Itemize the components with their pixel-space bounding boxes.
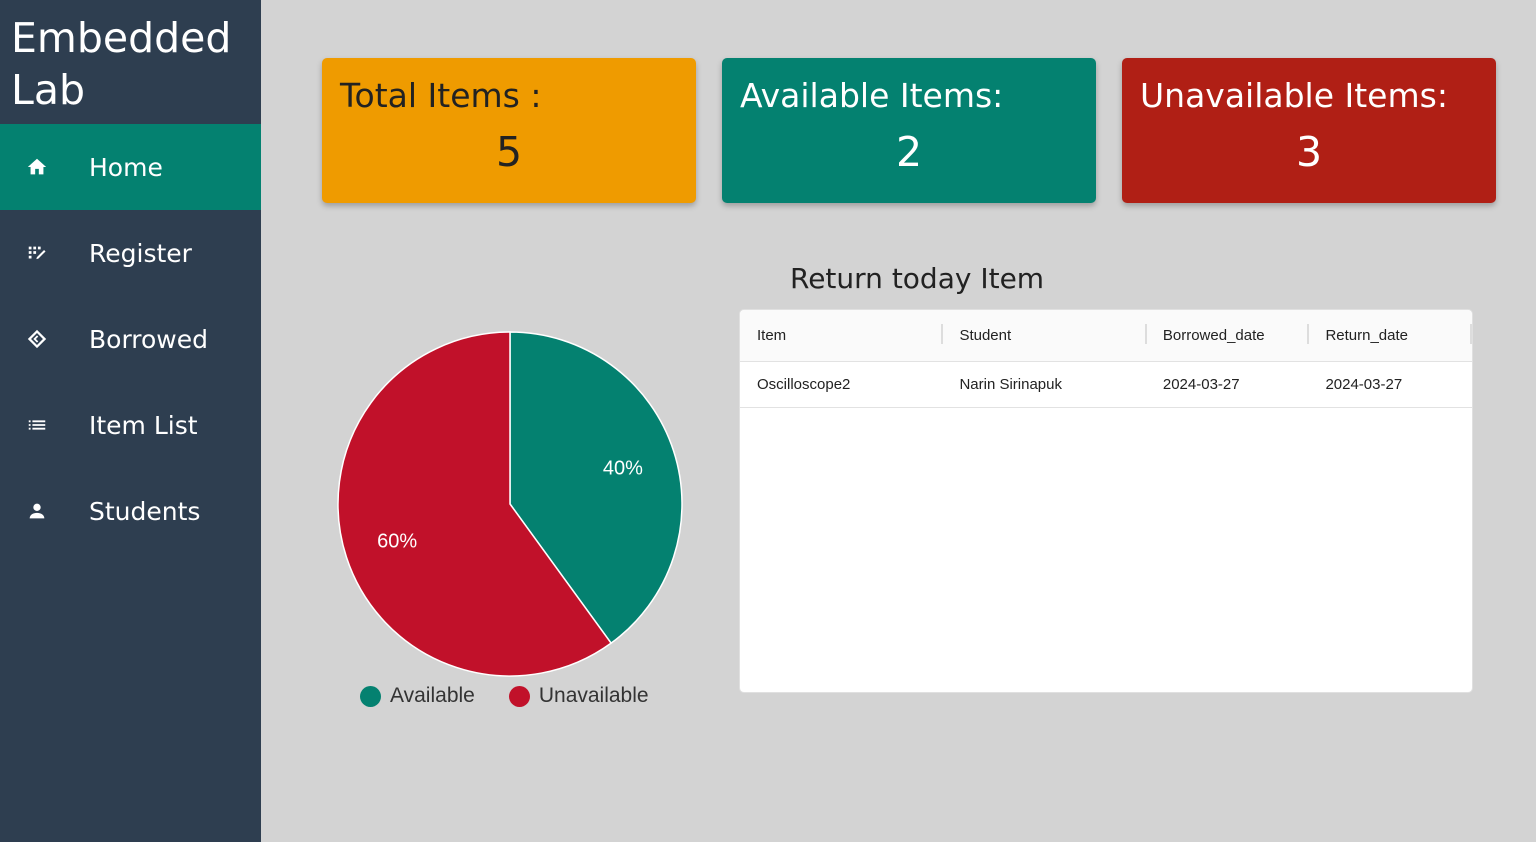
chart-legend: Available Unavailable bbox=[360, 684, 649, 708]
column-header-student[interactable]: Student bbox=[943, 324, 1148, 344]
sidebar: Embedded Lab Home Register Borrowed Item … bbox=[0, 0, 261, 842]
legend-label-unavailable: Unavailable bbox=[538, 684, 649, 707]
register-icon bbox=[0, 242, 89, 264]
legend-item-unavailable[interactable]: Unavailable bbox=[508, 684, 649, 708]
table-cell-return-date: 2024-03-27 bbox=[1325, 376, 1403, 393]
list-icon bbox=[0, 414, 89, 436]
sidebar-item-register[interactable]: Register bbox=[0, 210, 261, 296]
legend-swatch-unavailable bbox=[508, 685, 530, 707]
pie-label-unavailable: 60% bbox=[377, 531, 417, 553]
table-cell-borrowed-date: 2024-03-27 bbox=[1162, 376, 1240, 393]
unavailable-items-value: 3 bbox=[1295, 128, 1323, 176]
sidebar-item-label: Home bbox=[89, 152, 163, 182]
sidebar-item-borrowed[interactable]: Borrowed bbox=[0, 296, 261, 382]
legend-label-available: Available bbox=[390, 684, 475, 707]
legend-item-available[interactable]: Available bbox=[360, 684, 475, 708]
table-cell-student: Narin Sirinapuk bbox=[959, 376, 1062, 393]
pie-chart-svg: 40% 60% bbox=[337, 331, 683, 677]
person-icon bbox=[0, 500, 89, 522]
table-cell-item: Oscilloscope2 bbox=[757, 376, 851, 393]
table-header: Item Student Borrowed_date Return_date bbox=[740, 310, 1472, 362]
pie-label-available: 40% bbox=[603, 457, 643, 479]
legend-swatch-available bbox=[360, 685, 381, 707]
return-today-table: Item Student Borrowed_date Return_date O… bbox=[739, 309, 1473, 693]
available-items-title: Available Items: bbox=[740, 76, 1004, 115]
sidebar-item-home[interactable]: Home bbox=[0, 124, 261, 210]
total-items-card: Total Items : 5 bbox=[322, 58, 696, 203]
home-icon bbox=[0, 156, 89, 178]
available-items-value: 2 bbox=[895, 128, 923, 176]
sidebar-item-label: Students bbox=[89, 496, 201, 526]
total-items-title: Total Items : bbox=[340, 76, 542, 115]
sidebar-item-students[interactable]: Students bbox=[0, 468, 261, 554]
sidebar-item-label: Borrowed bbox=[89, 324, 209, 354]
column-header-return-date[interactable]: Return_date bbox=[1309, 324, 1472, 344]
brand-title: Embedded Lab bbox=[11, 14, 232, 114]
sidebar-item-item-list[interactable]: Item List bbox=[0, 382, 261, 468]
table-row[interactable]: Oscilloscope2 Narin Sirinapuk 2024-03-27… bbox=[740, 362, 1472, 408]
unavailable-items-card: Unavailable Items: 3 bbox=[1122, 58, 1496, 203]
sidebar-item-label: Register bbox=[89, 238, 192, 268]
availability-pie-chart: 40% 60% Available Unavailable bbox=[330, 322, 690, 722]
available-items-card: Available Items: 2 bbox=[722, 58, 1096, 203]
column-header-borrowed-date[interactable]: Borrowed_date bbox=[1147, 324, 1310, 344]
total-items-value: 5 bbox=[495, 128, 523, 176]
borrowed-icon bbox=[0, 328, 89, 350]
return-today-title: Return today Item bbox=[790, 262, 1045, 295]
column-header-item[interactable]: Item bbox=[740, 324, 944, 344]
unavailable-items-title: Unavailable Items: bbox=[1140, 76, 1448, 115]
sidebar-item-label: Item List bbox=[89, 410, 198, 440]
